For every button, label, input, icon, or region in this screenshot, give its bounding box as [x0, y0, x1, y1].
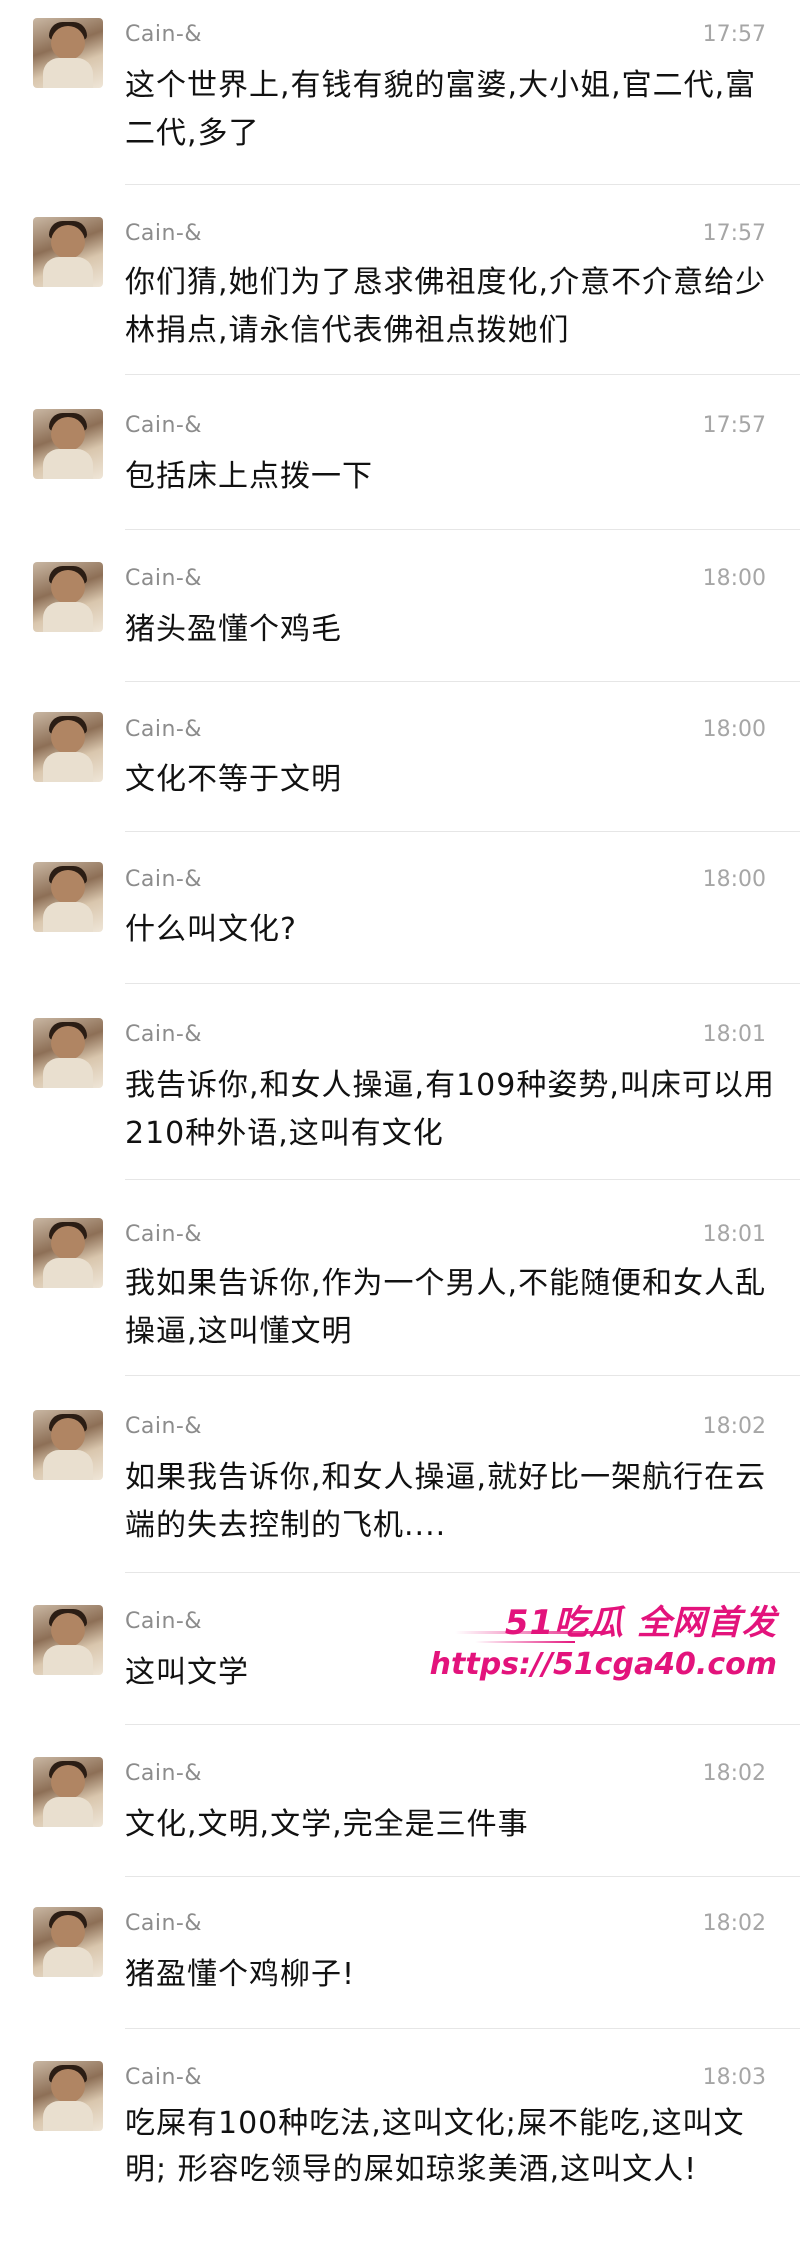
message-time: 18:00 [702, 867, 766, 892]
chat-message[interactable]: Cain-& 18:02 文化,文明,文学,完全是三件事 [0, 1725, 800, 1877]
chat-message[interactable]: Cain-& 17:57 这个世界上,有钱有貌的富婆,大小姐,官二代,富二代,多… [0, 0, 800, 185]
avatar[interactable] [33, 1018, 103, 1088]
message-time: 18:00 [702, 566, 766, 591]
chat-message[interactable]: Cain-& 18:01 我告诉你,和女人操逼,有109种姿势,叫床可以用210… [0, 984, 800, 1180]
avatar[interactable] [33, 1218, 103, 1288]
sender-name: Cain-& [125, 867, 202, 892]
watermark: 51吃瓜 全网首发 https://51cga40.com [430, 1595, 785, 1695]
avatar[interactable] [33, 18, 103, 88]
message-time: 18:02 [702, 1761, 766, 1786]
avatar[interactable] [33, 562, 103, 632]
message-text: 包括床上点拨一下 [125, 459, 373, 494]
chat-message[interactable]: Cain-& 17:57 你们猜,她们为了恳求佛祖度化,介意不介意给少林捐点,请… [0, 185, 800, 375]
avatar[interactable] [33, 2061, 103, 2131]
message-time: 18:01 [702, 1222, 766, 1247]
message-text: 你们猜,她们为了恳求佛祖度化,介意不介意给少林捐点,请永信代表佛祖点拨她们 [125, 265, 767, 348]
avatar[interactable] [33, 862, 103, 932]
message-time: 18:02 [702, 1911, 766, 1936]
message-text: 猪盈懂个鸡柳子! [125, 1957, 356, 1992]
chat-message[interactable]: Cain-& 18:00 文化不等于文明 [0, 682, 800, 832]
message-text: 文化,文明,文学,完全是三件事 [125, 1807, 529, 1842]
avatar[interactable] [33, 217, 103, 287]
avatar[interactable] [33, 409, 103, 479]
sender-name: Cain-& [125, 1222, 202, 1247]
watermark-url: https://51cga40.com [429, 1647, 777, 1682]
chat-message[interactable]: Cain-& 18:02 猪盈懂个鸡柳子! [0, 1877, 800, 2029]
message-time: 18:01 [702, 1022, 766, 1047]
sender-name: Cain-& [125, 1911, 202, 1936]
sender-name: Cain-& [125, 22, 202, 47]
message-time: 17:57 [702, 221, 766, 246]
sender-name: Cain-& [125, 2065, 202, 2090]
message-text: 猪头盈懂个鸡毛 [125, 612, 342, 647]
sender-name: Cain-& [125, 221, 202, 246]
message-text: 这个世界上,有钱有貌的富婆,大小姐,官二代,富二代,多了 [125, 68, 757, 151]
sender-name: Cain-& [125, 1609, 202, 1634]
sender-name: Cain-& [125, 1022, 202, 1047]
sender-name: Cain-& [125, 1414, 202, 1439]
avatar[interactable] [33, 1907, 103, 1977]
message-text: 如果我告诉你,和女人操逼,就好比一架航行在云端的失去控制的飞机.... [125, 1460, 767, 1543]
message-text: 我告诉你,和女人操逼,有109种姿势,叫床可以用210种外语,这叫有文化 [125, 1068, 775, 1151]
chat-message[interactable]: Cain-& 18:03 吃屎有100种吃法,这叫文化;屎不能吃,这叫文明; 形… [0, 2029, 800, 2251]
message-time: 18:00 [702, 717, 766, 742]
sender-name: Cain-& [125, 717, 202, 742]
message-text: 吃屎有100种吃法,这叫文化;屎不能吃,这叫文明; 形容吃领导的屎如琼浆美酒,这… [125, 2106, 745, 2187]
chat-message[interactable]: Cain-& 18:01 我如果告诉你,作为一个男人,不能随便和女人乱操逼,这叫… [0, 1180, 800, 1376]
chat-message[interactable]: Cain-& 18:00 猪头盈懂个鸡毛 [0, 530, 800, 682]
message-time: 17:57 [702, 413, 766, 438]
message-time: 18:02 [702, 1414, 766, 1439]
chat-message[interactable]: Cain-& 18:00 什么叫文化? [0, 832, 800, 984]
avatar[interactable] [33, 1410, 103, 1480]
avatar[interactable] [33, 1757, 103, 1827]
avatar[interactable] [33, 1605, 103, 1675]
message-text: 文化不等于文明 [125, 762, 342, 797]
message-time: 18:03 [702, 2065, 766, 2090]
chat-message[interactable]: Cain-& 17:57 包括床上点拨一下 [0, 375, 800, 530]
sender-name: Cain-& [125, 413, 202, 438]
message-time: 17:57 [702, 22, 766, 47]
chat-message[interactable]: Cain-& 18:02 如果我告诉你,和女人操逼,就好比一架航行在云端的失去控… [0, 1376, 800, 1573]
sender-name: Cain-& [125, 1761, 202, 1786]
avatar[interactable] [33, 712, 103, 782]
watermark-title: 51吃瓜 全网首发 [504, 1603, 777, 1643]
message-text: 什么叫文化? [125, 912, 297, 947]
message-text: 我如果告诉你,作为一个男人,不能随便和女人乱操逼,这叫懂文明 [125, 1266, 767, 1349]
sender-name: Cain-& [125, 566, 202, 591]
